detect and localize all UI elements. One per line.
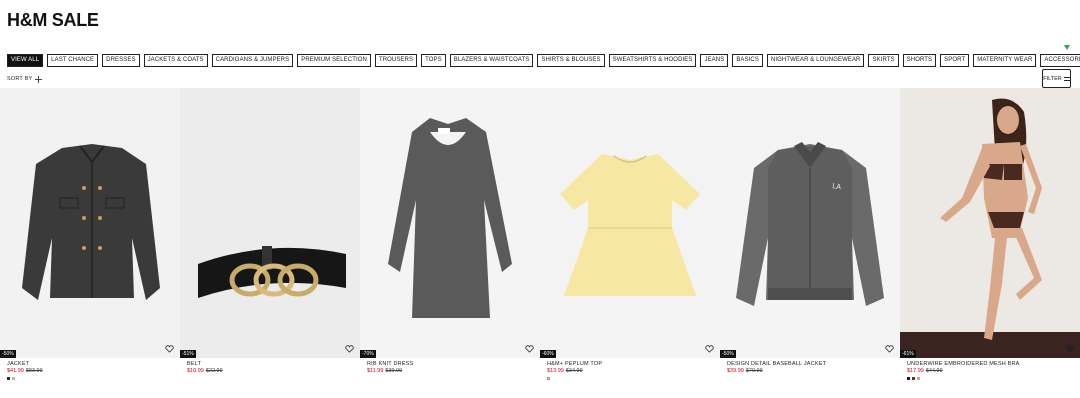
sale-price: $39.99 [727,368,744,374]
category-tab[interactable]: SWEATSHIRTS & HOODIES [608,54,697,67]
category-tab[interactable]: NIGHTWEAR & LOUNGEWEAR [766,54,865,67]
category-tab[interactable]: TROUSERS [374,54,418,67]
color-swatch[interactable] [547,377,550,380]
original-price: $83.99 [25,368,43,374]
original-price: $34.99 [565,368,583,374]
discount-badge: -70% [360,350,376,358]
category-tab[interactable]: JACKETS & COATS [143,54,208,67]
category-tab[interactable]: BLAZERS & WAISTCOATS [449,54,534,67]
category-tab[interactable]: SKIRTS [868,54,899,67]
product-name[interactable]: BELT [187,361,201,367]
sort-control[interactable]: SORT BY [7,74,43,84]
category-tab[interactable]: MATERNITY WEAR [973,54,1037,67]
sale-price: $17.99 [907,368,924,374]
product-image[interactable] [360,88,540,358]
category-tab[interactable]: LAST CHANCE [47,54,99,67]
original-price: $44.99 [925,368,943,374]
product-card[interactable]: -70% RIB KNIT DRESS $11.99 $39.99 [360,88,540,398]
category-tab[interactable]: PREMIUM SELECTION [297,54,371,67]
product-name[interactable]: JACKET [7,361,29,367]
color-swatch[interactable] [7,377,10,380]
category-tab[interactable]: CARDIGANS & JUMPERS [211,54,294,67]
heart-icon[interactable] [1065,345,1074,353]
discount-badge: -50% [0,350,16,358]
heart-icon[interactable] [885,345,894,353]
original-price: $79.99 [745,368,763,374]
color-swatch[interactable] [917,377,920,380]
category-tab[interactable]: DRESSES [102,54,140,67]
product-image[interactable] [900,88,1080,358]
page-title: H&M SALE [7,10,99,30]
scroll-indicator-icon [1064,45,1070,50]
product-image[interactable] [540,88,720,358]
filter-button[interactable]: FILTER [1042,69,1071,88]
color-swatches [7,377,15,380]
heart-icon[interactable] [345,345,354,353]
filter-icon [1063,76,1070,81]
price-row: $39.99 $79.99 [727,368,763,374]
svg-text:LA: LA [832,182,842,191]
color-swatches [547,377,550,380]
sale-price: $11.99 [367,368,384,374]
product-name[interactable]: H&M+ PEPLUM TOP [547,361,602,367]
product-card[interactable]: -60% H&M+ PEPLUM TOP $13.99 $34.99 [540,88,720,398]
price-row: $41.99 $83.99 [7,368,43,374]
price-row: $17.99 $44.99 [907,368,943,374]
product-name[interactable]: RIB KNIT DRESS [367,361,413,367]
heart-icon[interactable] [165,345,174,353]
product-card[interactable]: LA -50% DESIGN DETAIL BASEBALL JACKET $3… [720,88,900,398]
product-card[interactable]: -51% BELT $10.99 $22.99 [180,88,360,398]
original-price: $22.99 [205,368,223,374]
category-tab[interactable]: SHORTS [902,54,937,67]
color-swatch[interactable] [907,377,910,380]
product-name[interactable]: DESIGN DETAIL BASEBALL JACKET [727,361,826,367]
discount-badge: -50% [720,350,736,358]
product-image[interactable]: LA [720,88,900,358]
original-price: $39.99 [385,368,403,374]
product-name[interactable]: UNDERWIRE EMBROIDERED MESH BRA [907,361,1020,367]
category-tab[interactable]: VIEW ALL [7,54,44,67]
price-row: $11.99 $39.99 [367,368,402,374]
heart-icon[interactable] [705,345,714,353]
category-tab[interactable]: SHIRTS & BLOUSES [537,54,605,67]
sale-price: $13.99 [547,368,564,374]
filter-label: FILTER [1043,75,1062,82]
discount-badge: -61% [900,350,916,358]
category-nav: VIEW ALL LAST CHANCE DRESSES JACKETS & COAT… [7,54,1080,68]
category-tab[interactable]: JEANS [700,54,729,67]
product-card[interactable]: -50% JACKET $41.99 $83.99 [0,88,180,398]
price-row: $10.99 $22.99 [187,368,223,374]
product-grid: -50% JACKET $41.99$83.99 -51% BELT $10. [0,88,1080,398]
category-tab[interactable]: ACCESSORIES [1040,54,1080,67]
sale-price: $41.99 [7,368,24,374]
product-card[interactable]: -61% UNDERWIRE EMBROIDERED MESH BRA $17.… [900,88,1080,398]
discount-badge: -60% [540,350,556,358]
discount-badge: -51% [180,350,196,358]
category-tab[interactable]: BASICS [732,54,763,67]
color-swatch[interactable] [12,377,15,380]
category-tab[interactable]: TOPS [421,54,446,67]
category-tab[interactable]: SPORT [940,54,970,67]
product-image[interactable] [0,88,180,358]
color-swatch[interactable] [912,377,915,380]
heart-icon[interactable] [525,345,534,353]
price-row: $13.99 $34.99 [547,368,583,374]
product-image[interactable] [180,88,360,358]
plus-icon [35,75,43,83]
sort-label: SORT BY [7,76,33,82]
sale-price: $10.99 [187,368,204,374]
color-swatches [907,377,920,380]
